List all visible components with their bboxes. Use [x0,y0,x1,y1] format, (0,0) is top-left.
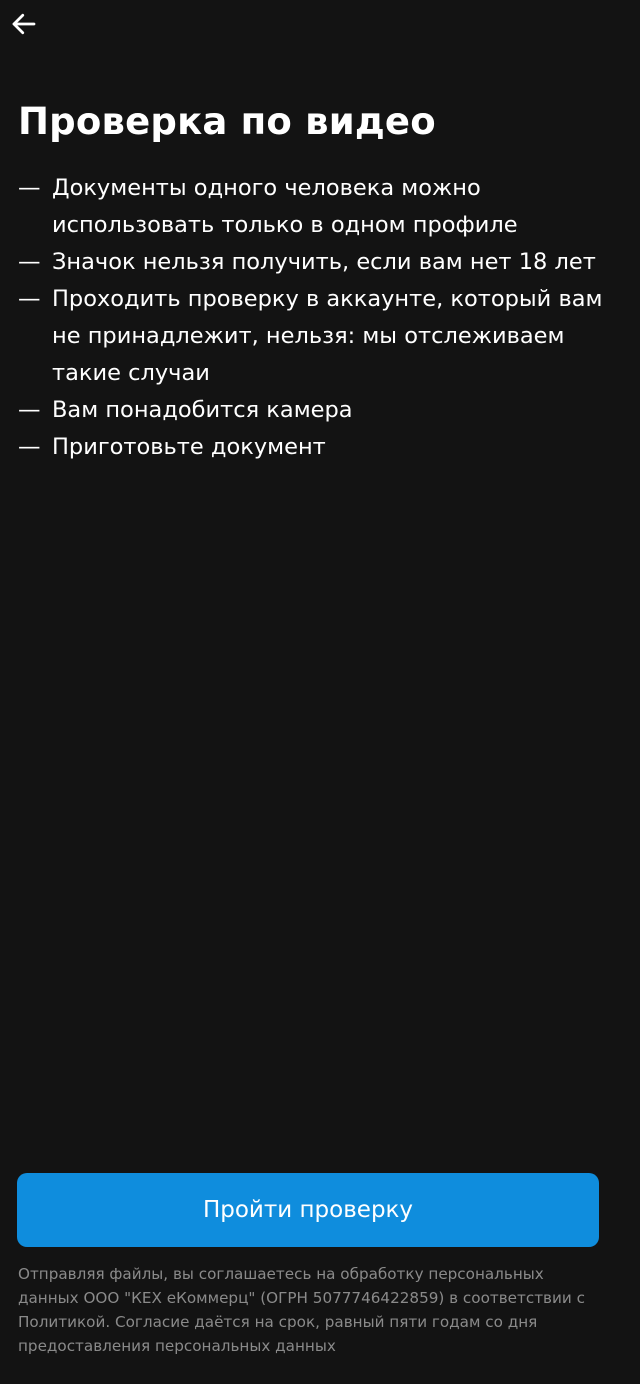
rules-list: — Документы одного человека можно исполь… [18,170,618,466]
rule-text: Приготовьте документ [52,434,326,460]
rule-item: — Приготовьте документ [18,429,618,466]
rule-item: — Вам понадобится камера [18,392,618,429]
start-verification-button[interactable]: Пройти проверку [17,1173,599,1247]
dash-bullet: — [18,249,41,275]
dash-bullet: — [18,175,41,201]
back-button[interactable] [0,0,48,48]
rule-text: Вам понадобится камера [52,397,353,423]
rule-text: Документы одного человека можно использо… [52,175,518,238]
page-title: Проверка по видео [18,100,436,143]
dash-bullet: — [18,434,41,460]
rule-item: — Документы одного человека можно исполь… [18,170,618,244]
rule-item: — Проходить проверку в аккаунте, который… [18,281,618,392]
rule-item: — Значок нельзя получить, если вам нет 1… [18,244,618,281]
rule-text: Значок нельзя получить, если вам нет 18 … [52,249,596,275]
dash-bullet: — [18,397,41,423]
rule-text: Проходить проверку в аккаунте, который в… [52,286,603,386]
consent-text: Отправляя файлы, вы соглашаетесь на обра… [18,1265,585,1355]
dash-bullet: — [18,286,41,312]
arrow-left-icon [12,13,36,35]
